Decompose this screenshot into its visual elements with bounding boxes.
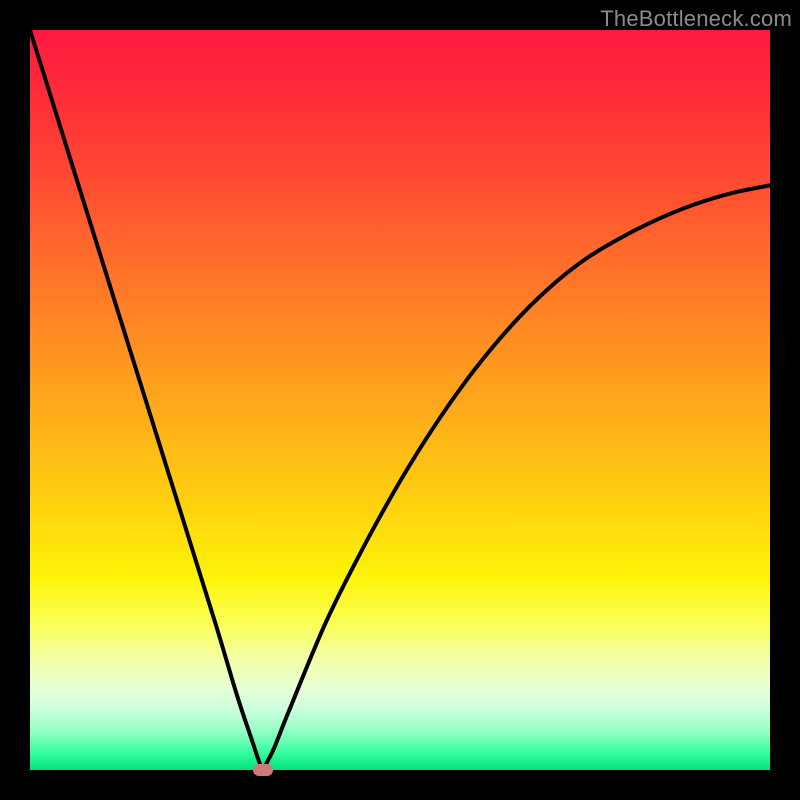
plot-area [30, 30, 770, 770]
bottleneck-curve [30, 30, 770, 770]
min-marker [253, 764, 273, 776]
chart-frame: TheBottleneck.com [0, 0, 800, 800]
watermark-label: TheBottleneck.com [600, 6, 792, 32]
